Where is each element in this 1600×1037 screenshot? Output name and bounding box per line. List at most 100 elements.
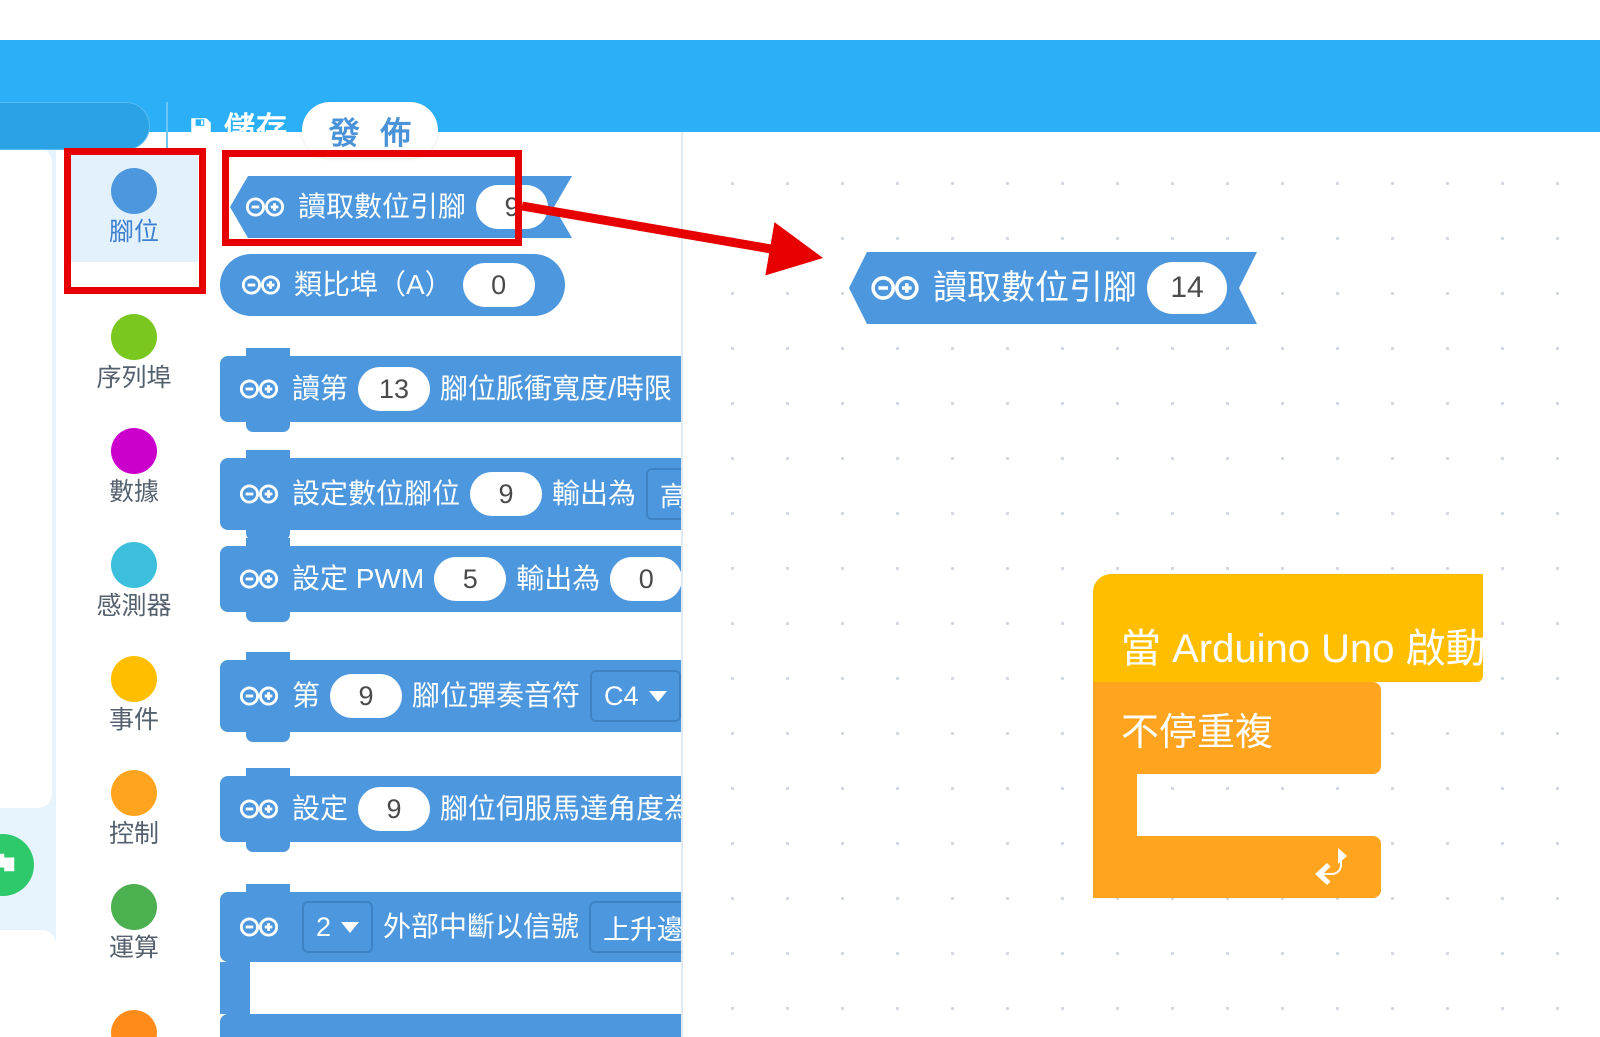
palette-block-pulse-in[interactable]: 讀第 13 腳位脈衝寬度/時限 20000 — [220, 348, 682, 432]
arduino-icon — [244, 196, 298, 218]
palette-block-play-tone[interactable]: 第 9 腳位彈奏音符 C4 0.25 拍 — [220, 652, 682, 742]
arduino-icon — [238, 568, 292, 590]
category-dot-serial — [111, 313, 157, 360]
category-dot-pins — [111, 167, 157, 214]
block-label: 設定 — [292, 793, 349, 824]
green-flag-icon — [0, 850, 18, 880]
loop-arrow-icon — [1315, 848, 1347, 885]
block-label: 外部中斷以信號 — [383, 911, 580, 942]
c-slot-arm — [220, 962, 250, 1014]
canvas-block-forever[interactable]: 不停重複 — [1093, 682, 1381, 898]
block-palette[interactable]: 讀取數位引腳 9 類比埠（A） 0 讀第 13 腳位脈衝寬度/時限 設定數位腳位… — [198, 132, 682, 1037]
level-dropdown[interactable]: 高電位 — [646, 468, 682, 520]
dropdown-value: 高電位 — [660, 481, 682, 512]
lower-left-panel — [0, 930, 56, 1037]
arduino-icon — [869, 275, 933, 301]
palette-block-analog-read[interactable]: 類比埠（A） 0 — [220, 254, 565, 316]
sidebar-item-pins[interactable]: 腳位 — [70, 150, 198, 262]
pin-number-field[interactable]: 14 — [1147, 262, 1227, 314]
sidebar-item-label: 運算 — [108, 933, 159, 962]
pin-number-field[interactable]: 9 — [476, 185, 548, 229]
canvas-block-when-arduino-starts[interactable]: 當 Arduino Uno 啟動時 — [1093, 574, 1526, 682]
block-label: 當 Arduino Uno 啟動時 — [1121, 627, 1526, 671]
category-dot-data — [111, 427, 157, 474]
c-slot-foot — [220, 1014, 682, 1037]
palette-block-servo-write[interactable]: 設定 9 腳位伺服馬達角度為 90 — [220, 768, 682, 852]
arduino-icon — [240, 274, 294, 296]
hat-top-curve — [1093, 574, 1483, 608]
sidebar-item-label: 序列埠 — [96, 363, 172, 392]
stage-panel — [0, 148, 52, 808]
dropdown-value: C4 — [604, 680, 639, 711]
palette-block-pwm-write[interactable]: 設定 PWM 5 輸出為 0 — [220, 538, 682, 622]
block-label-2: 腳位彈奏音符 — [412, 680, 581, 711]
arduino-icon — [238, 378, 292, 400]
pin-number-field[interactable]: 9 — [470, 472, 543, 516]
sidebar-item-label: 事件 — [108, 705, 159, 734]
block-label: 設定數位腳位 — [292, 478, 461, 509]
pwm-pin-field[interactable]: 5 — [434, 557, 507, 601]
sidebar-item-events[interactable]: 事件 — [70, 638, 198, 750]
palette-block-attach-interrupt[interactable]: 2 外部中斷以信號 上升邊緣 觸發執行 — [220, 884, 682, 1037]
sidebar-item-serial[interactable]: 序列埠 — [70, 296, 198, 408]
chevron-down-icon — [341, 921, 360, 933]
toolbar-divider — [166, 102, 168, 150]
block-label: 不停重複 — [1121, 711, 1274, 754]
sidebar-item-control[interactable]: 控制 — [70, 752, 198, 864]
sidebar-item-sensors[interactable]: 感測器 — [70, 524, 198, 636]
app-root: 儲存 發 佈 腳位 序列埠 數據 感測器 事件 控制 運算 讀取數位引腳 9 類… — [0, 0, 1600, 1037]
save-button[interactable]: 儲存 — [188, 108, 288, 148]
pwm-value-field[interactable]: 0 — [610, 557, 682, 601]
sidebar-item-label: 控制 — [108, 819, 159, 848]
servo-pin-field[interactable]: 9 — [358, 787, 431, 831]
sidebar-item-label: 數據 — [108, 477, 159, 506]
dropdown-value: 上升邊緣 — [603, 914, 682, 945]
interrupt-pin-dropdown[interactable]: 2 — [302, 901, 374, 953]
category-dot-operators — [111, 883, 157, 930]
sidebar-item-label: 腳位 — [108, 217, 159, 246]
top-toolbar: 儲存 發 佈 — [0, 40, 1600, 158]
loop-slot-arm — [1093, 774, 1137, 836]
category-dot-extra — [111, 1010, 157, 1037]
block-label: 讀第 — [292, 373, 349, 404]
block-label: 設定 PWM — [292, 563, 425, 594]
dropdown-value: 2 — [316, 911, 332, 942]
arduino-icon — [238, 798, 292, 820]
palette-block-digital-write[interactable]: 設定數位腳位 9 輸出為 高電位 — [220, 450, 682, 540]
category-dot-control — [111, 769, 157, 816]
analog-pin-field[interactable]: 0 — [462, 263, 535, 307]
sidebar-item-extra[interactable] — [70, 980, 198, 1037]
sidebar-item-operators[interactable]: 運算 — [70, 866, 198, 978]
arduino-icon — [238, 916, 292, 938]
workspace-canvas[interactable]: 讀取數位引腳 14 當 Arduino Uno 啟動時 不停重複 — [683, 132, 1600, 1037]
loop-foot — [1093, 836, 1381, 898]
block-label: 類比埠（A） — [294, 269, 453, 300]
block-label: 第 — [292, 680, 321, 711]
note-dropdown[interactable]: C4 — [590, 670, 681, 722]
arduino-icon — [238, 483, 292, 505]
canvas-block-digital-read[interactable]: 讀取數位引腳 14 — [849, 252, 1257, 324]
chevron-down-icon — [648, 690, 667, 702]
publish-label: 發 佈 — [328, 115, 418, 151]
floppy-disk-icon — [188, 115, 214, 141]
palette-block-digital-read[interactable]: 讀取數位引腳 9 — [230, 176, 572, 238]
save-label: 儲存 — [224, 110, 288, 146]
block-label-2: 輸出為 — [516, 563, 601, 594]
loop-head: 不停重複 — [1093, 682, 1381, 774]
publish-button[interactable]: 發 佈 — [302, 102, 438, 158]
category-sidebar: 腳位 序列埠 數據 感測器 事件 控制 運算 — [70, 146, 198, 1037]
pin-number-field[interactable]: 13 — [358, 367, 431, 411]
project-name-input[interactable] — [0, 102, 150, 150]
tone-pin-field[interactable]: 9 — [330, 674, 403, 718]
category-dot-sensors — [111, 541, 157, 588]
block-label: 讀取數位引腳 — [298, 191, 467, 222]
category-dot-events — [111, 655, 157, 702]
edge-mode-dropdown[interactable]: 上升邊緣 — [589, 901, 682, 953]
block-label-2: 腳位脈衝寬度/時限 — [440, 373, 672, 404]
arduino-icon — [238, 685, 292, 707]
block-label-2: 腳位伺服馬達角度為 — [440, 793, 682, 824]
sidebar-item-data[interactable]: 數據 — [70, 410, 198, 522]
palette-canvas-divider — [681, 132, 683, 1037]
window-top-strip — [0, 0, 1600, 40]
block-label-2: 輸出為 — [552, 478, 637, 509]
